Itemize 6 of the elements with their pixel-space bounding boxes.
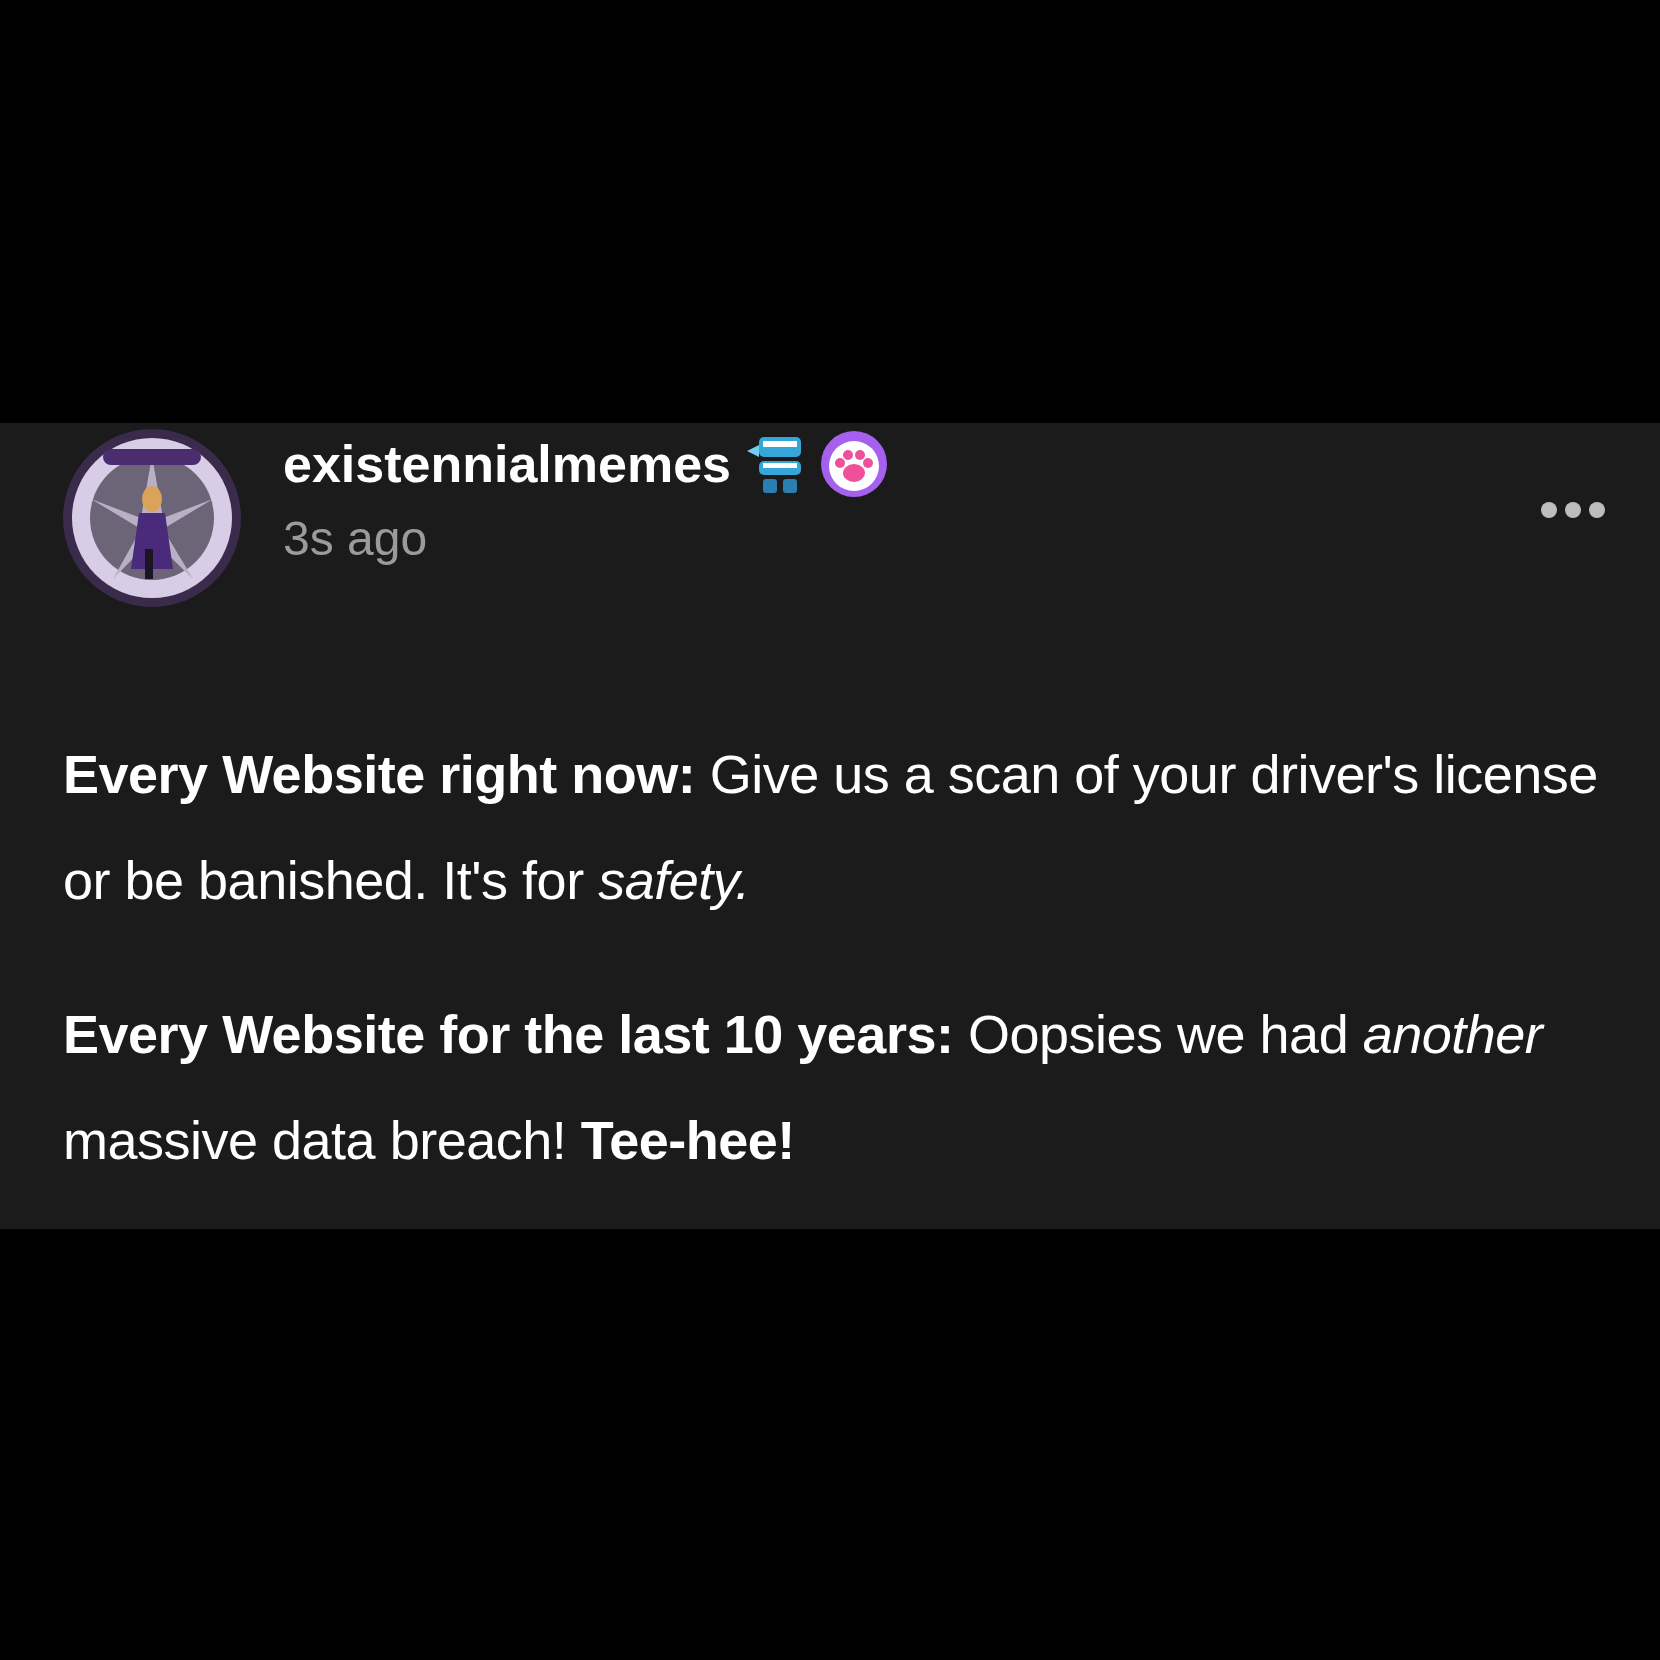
paw-icon <box>821 431 888 497</box>
post-time: 3s ago <box>283 511 429 567</box>
username[interactable]: existennialmemes <box>283 432 732 496</box>
post-paragraph: Every Website right now: Give us a scan of your driver's license or be banished. It's for safety. <box>63 743 1599 912</box>
post-paragraph: Every Website for the last 10 years: Oopsies we had another massive data breach! Tee-hee! <box>63 1003 1546 1172</box>
more-icon <box>1540 501 1606 519</box>
